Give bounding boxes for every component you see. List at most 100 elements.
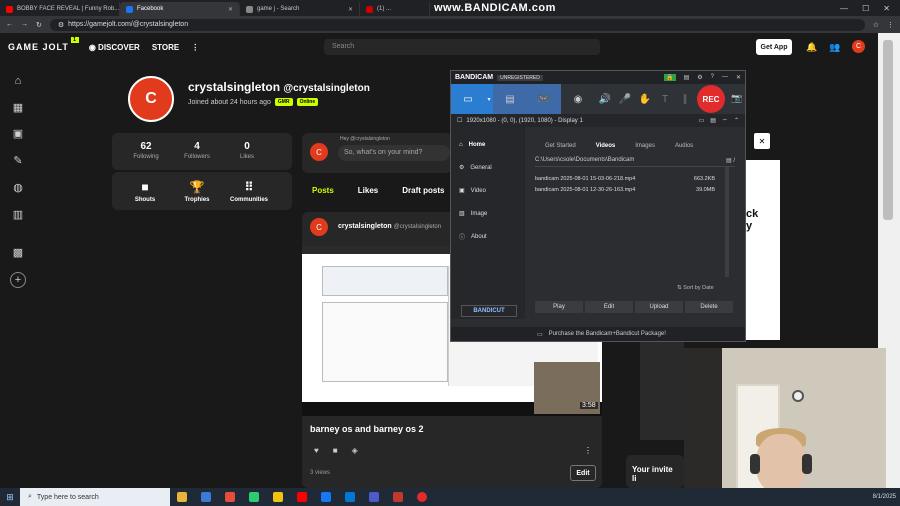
community-icon[interactable]: ▩	[10, 244, 26, 260]
close-icon[interactable]: ✕	[736, 74, 741, 81]
close-window-icon[interactable]: ✕	[883, 4, 890, 13]
sticker-icon[interactable]: ◈	[352, 446, 358, 455]
settings-icon[interactable]: ⚙	[697, 74, 702, 81]
bandicut-button[interactable]: BANDICUT	[461, 305, 517, 317]
url-input[interactable]: ⚙ https://gamejolt.com/@crystalsingleton	[49, 18, 865, 31]
quests-icon[interactable]: ✎	[10, 152, 26, 168]
sort-control[interactable]: ⇅ Sort by Date	[677, 285, 714, 291]
windows-start-icon[interactable]: ⊞	[0, 492, 20, 503]
stat-following[interactable]: 62 Following	[121, 141, 171, 160]
mouse-icon[interactable]: ✋	[635, 84, 655, 114]
window-icon[interactable]: ▤	[710, 117, 716, 124]
taskbar-app[interactable]	[194, 488, 218, 506]
camera-icon[interactable]: 📷	[731, 93, 742, 104]
close-icon[interactable]: ✕	[348, 6, 353, 13]
dropdown-icon[interactable]: ▾	[485, 84, 493, 114]
taskbar-app[interactable]	[386, 488, 410, 506]
comment-icon[interactable]: ■	[333, 446, 338, 455]
sidebar-item-general[interactable]: ⚙ General	[451, 156, 525, 179]
post-more-icon[interactable]: ⋮	[584, 446, 592, 455]
sidebar-item-video[interactable]: ▣ Video	[451, 179, 525, 202]
folder-icon[interactable]: ▤ /	[726, 157, 735, 164]
back-icon[interactable]: ←	[6, 21, 13, 28]
minimize-icon[interactable]: —	[840, 4, 848, 13]
help-icon[interactable]: ?	[711, 74, 714, 81]
edit-post-button[interactable]: Edit	[570, 465, 596, 481]
bell-icon[interactable]: 🔔	[806, 42, 817, 53]
taskbar-app[interactable]	[314, 488, 338, 506]
gamejolt-logo[interactable]: GAME JOLT 1	[8, 37, 79, 52]
folder-icon[interactable]: ▤	[684, 74, 690, 81]
reload-icon[interactable]: ↻	[36, 21, 42, 29]
communities-button[interactable]: ⠿ Communities	[224, 180, 274, 203]
taskbar-app[interactable]	[266, 488, 290, 506]
tab-likes[interactable]: Likes	[348, 181, 388, 203]
game-mode-icon[interactable]: 🎮	[527, 84, 561, 114]
sidebar-item-image[interactable]: ▨ Image	[451, 202, 525, 225]
delete-button[interactable]: Delete	[685, 301, 733, 313]
bookmark-icon[interactable]: ☆	[873, 21, 879, 29]
file-row[interactable]: bandicam 2025-08-01 15-03-06-218.mp4 663…	[535, 176, 715, 182]
speaker-icon[interactable]: 🔊	[595, 84, 615, 114]
rec-button[interactable]: REC	[697, 85, 725, 113]
tab-videos[interactable]: Videos	[586, 141, 626, 151]
get-app-button[interactable]: Get App	[756, 39, 792, 55]
play-button[interactable]: Play	[535, 301, 583, 313]
site-info-icon[interactable]: ⚙	[58, 21, 64, 29]
taskbar-app[interactable]	[170, 488, 194, 506]
webcam-icon[interactable]: ◉	[561, 84, 595, 114]
file-list-scrollbar[interactable]	[725, 167, 729, 277]
discover-link[interactable]: ◉ DISCOVER	[89, 43, 140, 52]
backpack-icon[interactable]: ▣	[10, 125, 26, 141]
add-community-icon[interactable]: +	[10, 272, 26, 288]
profile-avatar[interactable]: C	[128, 76, 174, 122]
browser-tab[interactable]: BOBBY FACE REVEAL | Funny Rob... ✕	[0, 2, 120, 16]
minimize-icon[interactable]: —	[722, 74, 728, 81]
lock-icon[interactable]: 🔒	[664, 74, 676, 81]
post-author-avatar[interactable]: C	[310, 218, 328, 236]
tab-draft-posts[interactable]: Draft posts	[392, 181, 454, 203]
close-icon[interactable]: ✕	[228, 6, 233, 13]
tab-posts[interactable]: Posts	[302, 181, 344, 203]
menu-icon[interactable]: ⋮	[887, 21, 894, 29]
upload-button[interactable]: Upload	[635, 301, 683, 313]
resize-icon[interactable]: ⇔	[722, 117, 728, 124]
store-link[interactable]: STORE	[152, 43, 179, 52]
resolution-checkbox[interactable]: ☐	[457, 117, 462, 124]
fullscreen-mode-icon[interactable]: ▤	[493, 84, 527, 114]
shouts-button[interactable]: ■ Shouts	[120, 180, 170, 203]
chat-icon[interactable]: ◍	[10, 179, 26, 195]
tab-images[interactable]: Images	[625, 141, 665, 151]
taskbar-app[interactable]	[338, 488, 362, 506]
tab-audios[interactable]: Audios	[665, 141, 703, 151]
video-icon[interactable]: ▭	[699, 117, 705, 124]
scrollbar-thumb[interactable]	[883, 40, 893, 220]
taskbar-search[interactable]: ⌕ Type here to search	[20, 488, 170, 506]
heart-icon[interactable]: ♥	[314, 446, 319, 455]
taskbar-app[interactable]	[218, 488, 242, 506]
compose-input[interactable]: So, what's on your mind?	[338, 145, 450, 161]
screen-mode-icon[interactable]: ▭	[451, 84, 485, 114]
close-ad-icon[interactable]: ✕	[754, 133, 770, 149]
post-author[interactable]: crystalsingleton @crystalsingleton	[338, 223, 441, 230]
microphone-icon[interactable]: 🎤	[615, 84, 635, 114]
stat-followers[interactable]: 4 Followers	[172, 141, 222, 160]
maximize-icon[interactable]: ☐	[862, 4, 869, 13]
stats-icon[interactable]: ▥	[10, 206, 26, 222]
taskbar-app[interactable]	[242, 488, 266, 506]
browser-tab[interactable]: game j - Search ✕	[240, 2, 360, 16]
invite-card[interactable]: Your invite li	[626, 455, 684, 488]
stat-likes[interactable]: 0 Likes	[222, 141, 272, 160]
sidebar-item-about[interactable]: ⓘ About	[451, 225, 525, 248]
tab-get-started[interactable]: Get Started	[535, 141, 586, 151]
browser-tab[interactable]: (1) ...	[360, 2, 430, 16]
taskbar-app[interactable]	[290, 488, 314, 506]
forward-icon[interactable]: →	[21, 21, 28, 28]
system-tray[interactable]: 8/1/2025	[873, 494, 900, 501]
taskbar-app[interactable]	[362, 488, 386, 506]
friends-icon[interactable]: 👥	[829, 42, 840, 53]
pause-icon[interactable]: ∥	[675, 84, 695, 114]
bandicam-footer[interactable]: ▭ Purchase the Bandicam+Bandicut Package…	[451, 327, 745, 341]
edit-button[interactable]: Edit	[585, 301, 633, 313]
search-input[interactable]: Search	[324, 39, 600, 55]
